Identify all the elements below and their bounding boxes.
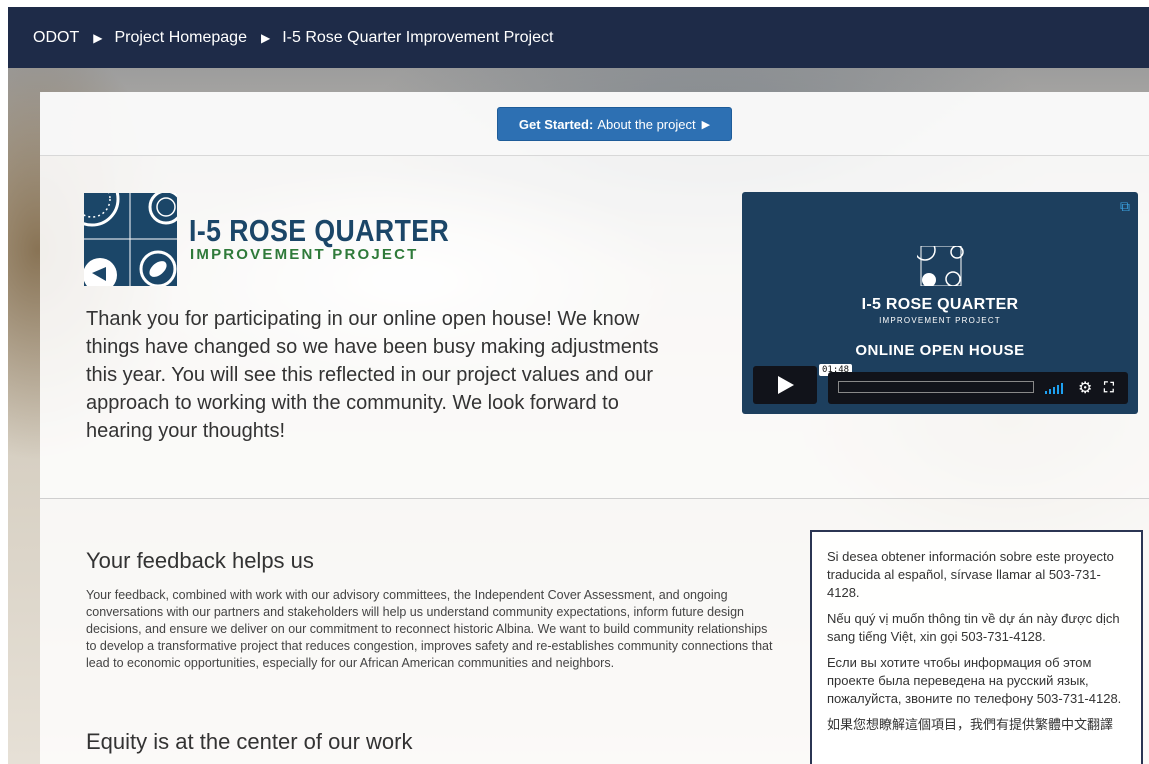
video-title: I-5 ROSE QUARTER (861, 296, 1019, 313)
get-started-button[interactable]: Get Started: About the project ▶ (497, 107, 732, 141)
play-button[interactable] (753, 366, 817, 404)
play-icon (778, 376, 794, 394)
video-controls: ⚙ ⛶ (828, 372, 1128, 404)
volume-icon[interactable] (1045, 382, 1063, 394)
breadcrumb: ODOT ▶ Project Homepage ▶ I-5 Rose Quart… (8, 7, 1149, 68)
breadcrumb-current: I-5 Rose Quarter Improvement Project (282, 28, 554, 46)
fullscreen-icon[interactable]: ⛶ (1104, 379, 1114, 396)
breadcrumb-odot[interactable]: ODOT (33, 29, 79, 47)
video-logo-icon (917, 246, 964, 286)
project-logo: I-5 ROSE QUARTER IMPROVEMENT PROJECT (84, 193, 464, 286)
logo-subtitle: IMPROVEMENT PROJECT (190, 246, 419, 263)
translation-russian: Если вы хотите чтобы информация об этом … (827, 655, 1122, 706)
intro-text: Thank you for participating in our onlin… (86, 308, 659, 442)
video-caption: ONLINE OPEN HOUSE (855, 342, 1025, 359)
equity-heading: Equity is at the center of our work (86, 729, 413, 754)
translation-spanish: Si desea obtener información sobre este … (827, 549, 1114, 600)
breadcrumb-caret-icon: ▶ (260, 30, 271, 45)
share-icon[interactable]: ⧉ (1120, 198, 1130, 215)
feedback-heading: Your feedback helps us (86, 548, 314, 573)
left-edge (0, 0, 8, 764)
video-progress-bar[interactable] (838, 381, 1034, 393)
translation-chinese: 如果您想瞭解這個項目，我們有提供繁體中文翻譯 (827, 717, 1114, 732)
get-started-label: About the project (597, 116, 696, 132)
top-edge (8, 0, 1149, 7)
video-player[interactable]: ⧉ I-5 ROSE QUARTER IMPROVEMENT PROJECT O… (742, 192, 1138, 414)
feedback-body: Your feedback, combined with work with o… (86, 588, 773, 670)
get-started-bold: Get Started: (518, 116, 594, 132)
caret-right-icon: ▶ (701, 118, 711, 131)
logo-title: I-5 ROSE QUARTER (189, 213, 450, 248)
settings-gear-icon[interactable]: ⚙ (1078, 378, 1092, 398)
breadcrumb-project-homepage[interactable]: Project Homepage (114, 29, 247, 47)
translation-vietnamese: Nếu quý vị muốn thông tin về dự án này đ… (827, 611, 1120, 644)
video-subtitle: IMPROVEMENT PROJECT (879, 316, 1001, 325)
breadcrumb-caret-icon: ▶ (93, 30, 103, 45)
logo-mark-icon (84, 193, 177, 286)
translation-box: Si desea obtener información sobre este … (810, 530, 1143, 764)
